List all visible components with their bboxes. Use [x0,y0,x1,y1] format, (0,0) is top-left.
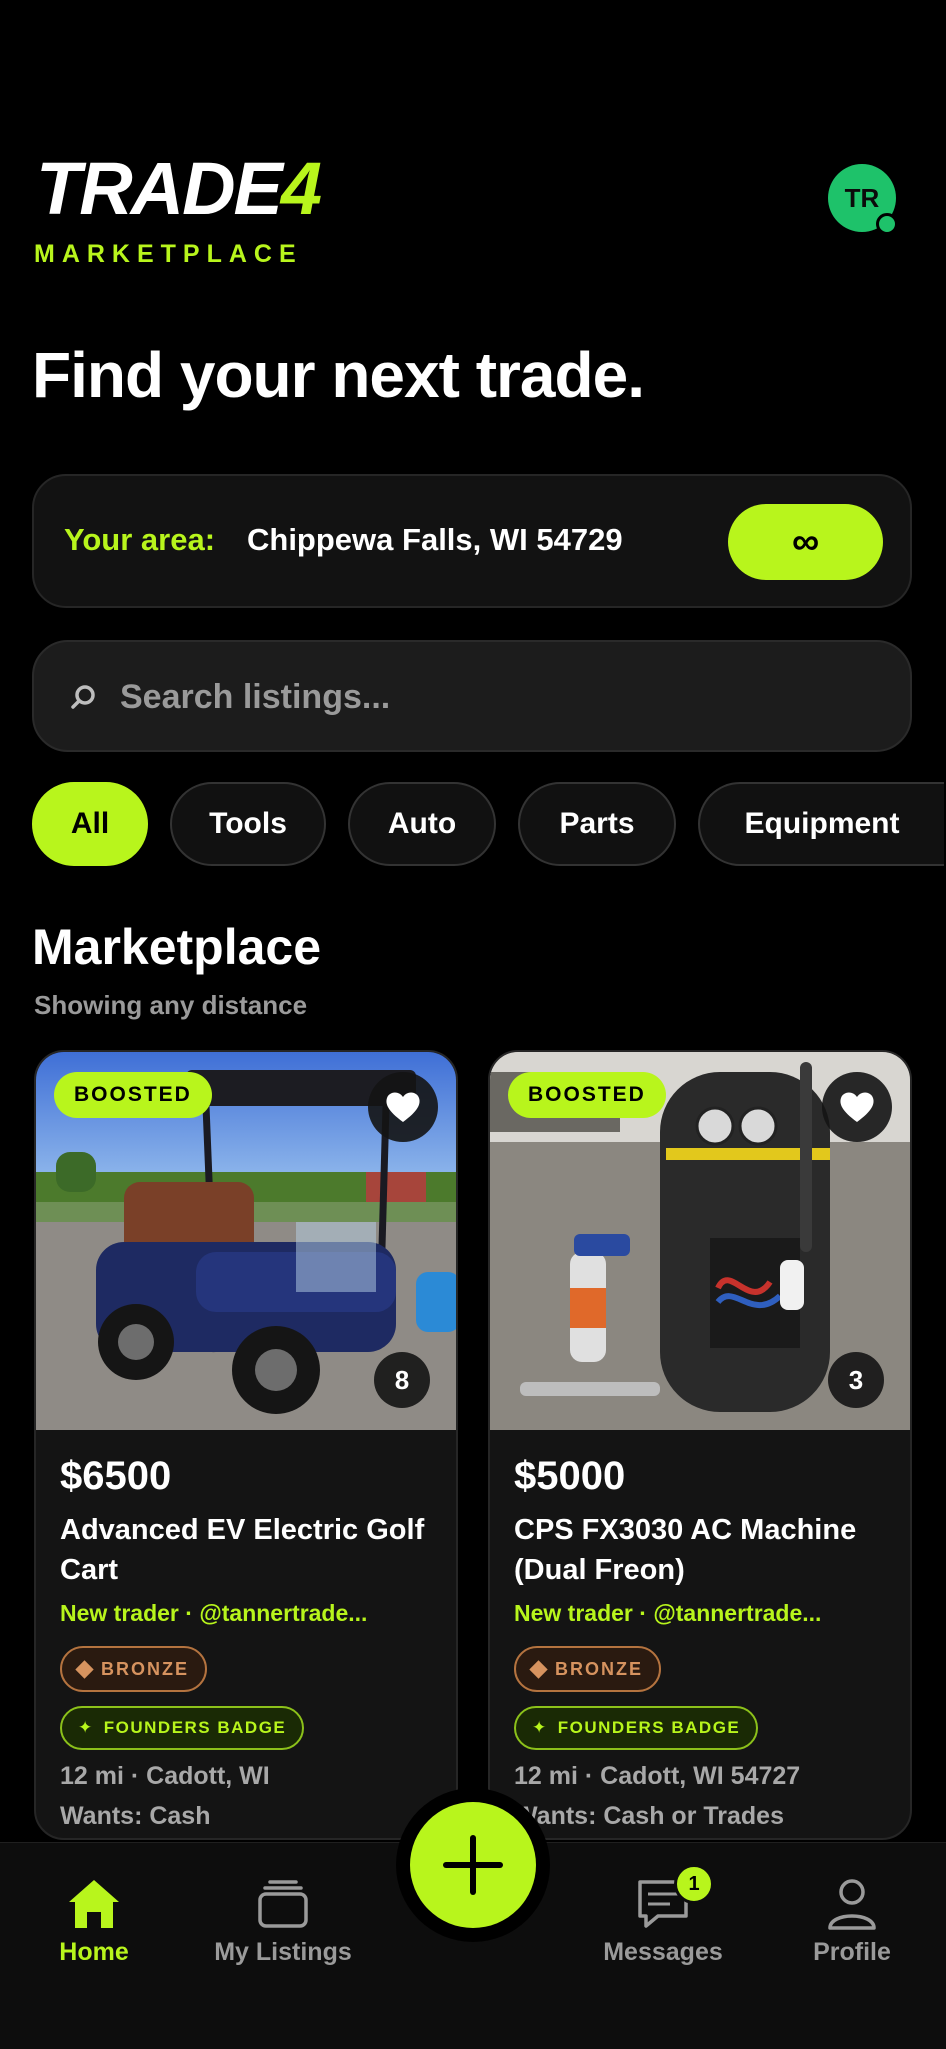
app-logo: TRADE4 [36,152,322,226]
distance-button[interactable]: ∞ [728,504,883,580]
category-chip-parts[interactable]: Parts [518,782,676,866]
listing-location: 12 mi · Cadott, WI 54727 [514,1762,801,1790]
user-icon [828,1879,876,1930]
category-chip-auto[interactable]: Auto [348,782,496,866]
listing-price: $6500 [60,1454,172,1498]
sparkle-icon: ✦ [78,1718,94,1737]
page-headline: Find your next trade. [32,339,645,411]
diamond-icon [75,1659,94,1679]
nav-home-label: Home [59,1938,129,1966]
bronze-badge: BRONZE [60,1646,207,1692]
photo-count: 8 [374,1352,430,1408]
nav-my-listings[interactable]: My Listings [193,1878,373,1967]
bronze-badge-label: BRONZE [555,1658,643,1679]
area-label: Your area: [64,522,216,557]
founders-badge-label: FOUNDERS BADGE [557,1718,741,1737]
listing-wants: Wants: Cash or Trades [514,1802,784,1830]
nav-home[interactable]: Home [4,1878,184,1967]
bronze-badge-label: BRONZE [101,1658,189,1679]
listing-card[interactable]: BOOSTED 3 $5000 CPS FX3030 AC Machine (D… [488,1050,912,1840]
nav-profile[interactable]: Profile [762,1878,942,1967]
diamond-icon [529,1659,548,1679]
listing-price: $5000 [514,1454,626,1498]
plus-icon [443,1835,503,1895]
section-title: Marketplace [32,919,322,975]
listing-card[interactable]: BOOSTED 8 $6500 Advanced EV Electric Gol… [34,1050,458,1840]
nav-messages-label: Messages [603,1938,723,1966]
nav-messages[interactable]: Messages [573,1878,753,1967]
search-icon [71,685,95,709]
favorite-button[interactable] [368,1072,438,1142]
section-subtitle: Showing any distance [34,990,308,1020]
boosted-badge: BOOSTED [54,1072,212,1118]
online-status-dot [876,213,898,235]
bronze-badge: BRONZE [514,1646,661,1692]
founders-badge: ✦ FOUNDERS BADGE [60,1706,305,1750]
favorite-button[interactable] [822,1072,892,1142]
listing-title: CPS FX3030 AC Machine (Dual Freon) [514,1514,857,1586]
heart-icon [840,1092,874,1122]
listing-wants: Wants: Cash [60,1802,211,1830]
listing-title: Advanced EV Electric Golf Cart [60,1514,425,1586]
create-listing-button[interactable] [410,1802,536,1928]
messages-unread-badge: 1 [674,1864,714,1904]
home-icon [69,1880,119,1928]
logo-subtitle: MARKETPLACE [34,240,303,268]
boosted-badge: BOOSTED [508,1072,666,1118]
category-chip-tools[interactable]: Tools [170,782,326,866]
founders-badge: ✦ FOUNDERS BADGE [514,1706,759,1750]
heart-icon [386,1092,420,1122]
logo-accent: 4 [280,147,322,230]
trader-handle[interactable]: New trader · @tannertrade... [514,1600,894,1627]
search-input[interactable] [118,666,882,728]
area-value: Chippewa Falls, WI 54729 [247,522,623,557]
stack-icon [258,1880,308,1928]
logo-text: TRADE [36,147,283,230]
founders-badge-label: FOUNDERS BADGE [103,1718,287,1737]
nav-my-listings-label: My Listings [214,1938,352,1966]
category-chip-equipment[interactable]: Equipment [698,782,944,866]
category-chip-all[interactable]: All [32,782,148,866]
listing-location: 12 mi · Cadott, WI [60,1762,270,1790]
nav-profile-label: Profile [813,1938,891,1966]
trader-handle[interactable]: New trader · @tannertrade... [60,1600,440,1627]
sparkle-icon: ✦ [532,1718,548,1737]
photo-count: 3 [828,1352,884,1408]
